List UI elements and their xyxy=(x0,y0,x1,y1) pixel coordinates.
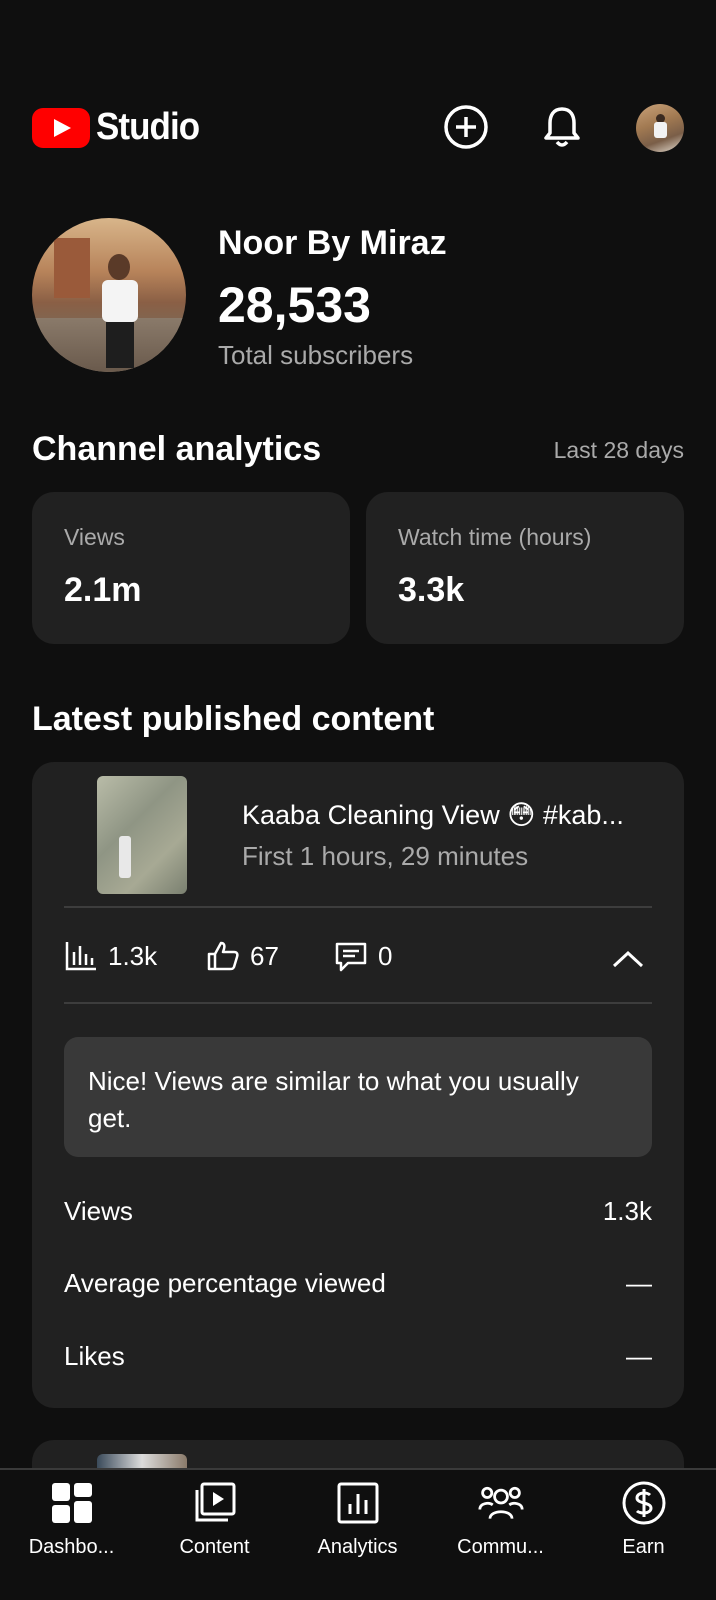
earn-icon xyxy=(621,1480,667,1526)
video-views-metric: 1.3k xyxy=(64,940,157,972)
video-likes-value: 67 xyxy=(250,940,279,971)
nav-analytics-label: Analytics xyxy=(317,1536,398,1558)
subscriber-label: Total subscribers xyxy=(218,340,414,370)
nav-content-label: Content xyxy=(179,1536,250,1558)
row-likes-label: Likes xyxy=(64,1341,125,1371)
row-avg-percentage-label: Average percentage viewed xyxy=(64,1268,386,1298)
subscriber-count: 28,533 xyxy=(218,277,371,333)
nav-earn[interactable]: Earn xyxy=(572,1480,715,1559)
channel-avatar[interactable] xyxy=(32,218,186,372)
community-icon xyxy=(477,1480,524,1526)
divider xyxy=(64,1002,652,1004)
content-icon xyxy=(192,1480,238,1526)
video-thumbnail[interactable] xyxy=(97,776,187,894)
comment-icon xyxy=(335,942,367,972)
nav-community[interactable]: Commu... xyxy=(429,1480,572,1559)
views-card[interactable]: Views 2.1m xyxy=(32,492,350,644)
row-views-value: 1.3k xyxy=(602,1196,652,1226)
watch-time-card-label: Watch time (hours) xyxy=(398,524,592,550)
avatar-head xyxy=(108,254,130,280)
youtube-logo-icon xyxy=(32,107,90,148)
avatar-legs xyxy=(106,322,134,368)
video-title[interactable]: Kaaba Cleaning View 😳 #kab... xyxy=(242,800,624,831)
nav-analytics[interactable]: Analytics xyxy=(286,1480,429,1559)
app-title: Studio xyxy=(96,106,200,148)
chevron-up-icon xyxy=(612,950,644,968)
views-card-value: 2.1m xyxy=(64,571,142,609)
bell-icon xyxy=(544,107,580,147)
video-comments-value: 0 xyxy=(378,940,393,971)
watch-time-card[interactable]: Watch time (hours) 3.3k xyxy=(366,492,684,644)
thumbs-up-icon xyxy=(207,941,239,971)
plus-circle-icon xyxy=(444,105,488,149)
channel-name: Noor By Miraz xyxy=(218,224,447,262)
dashboard-icon xyxy=(49,1480,95,1526)
notifications-button[interactable] xyxy=(539,104,585,150)
video-comments-metric: 0 xyxy=(334,940,392,972)
avatar-background-tower xyxy=(54,238,90,298)
watch-time-card-value: 3.3k xyxy=(398,571,465,609)
collapse-button[interactable] xyxy=(608,944,648,974)
nav-dashboard[interactable]: Dashbo... xyxy=(0,1480,143,1559)
nav-earn-label: Earn xyxy=(622,1536,665,1558)
performance-insight: Nice! Views are similar to what you usua… xyxy=(64,1037,652,1157)
latest-content-title: Latest published content xyxy=(32,700,435,738)
nav-content[interactable]: Content xyxy=(143,1480,286,1559)
thumbnail-figure xyxy=(119,836,131,878)
avatar-figure xyxy=(654,122,667,138)
row-views-label: Views xyxy=(64,1196,133,1226)
account-avatar[interactable] xyxy=(636,104,684,152)
nav-community-label: Commu... xyxy=(457,1536,544,1558)
bar-chart-icon xyxy=(65,942,96,971)
create-button[interactable] xyxy=(443,104,489,150)
views-card-label: Views xyxy=(64,524,125,550)
analytics-period: Last 28 days xyxy=(553,437,684,463)
studio-logo[interactable]: Studio xyxy=(32,106,208,149)
analytics-icon xyxy=(335,1480,381,1526)
avatar-shirt xyxy=(102,280,138,322)
row-avg-percentage-value: — xyxy=(626,1268,652,1298)
video-timeframe: First 1 hours, 29 minutes xyxy=(242,841,529,871)
video-likes-metric: 67 xyxy=(206,940,279,972)
nav-dashboard-label: Dashbo... xyxy=(28,1536,115,1558)
divider xyxy=(64,906,652,908)
row-likes-value: — xyxy=(626,1341,652,1371)
channel-analytics-title: Channel analytics xyxy=(32,430,322,468)
video-views-value: 1.3k xyxy=(108,940,158,971)
